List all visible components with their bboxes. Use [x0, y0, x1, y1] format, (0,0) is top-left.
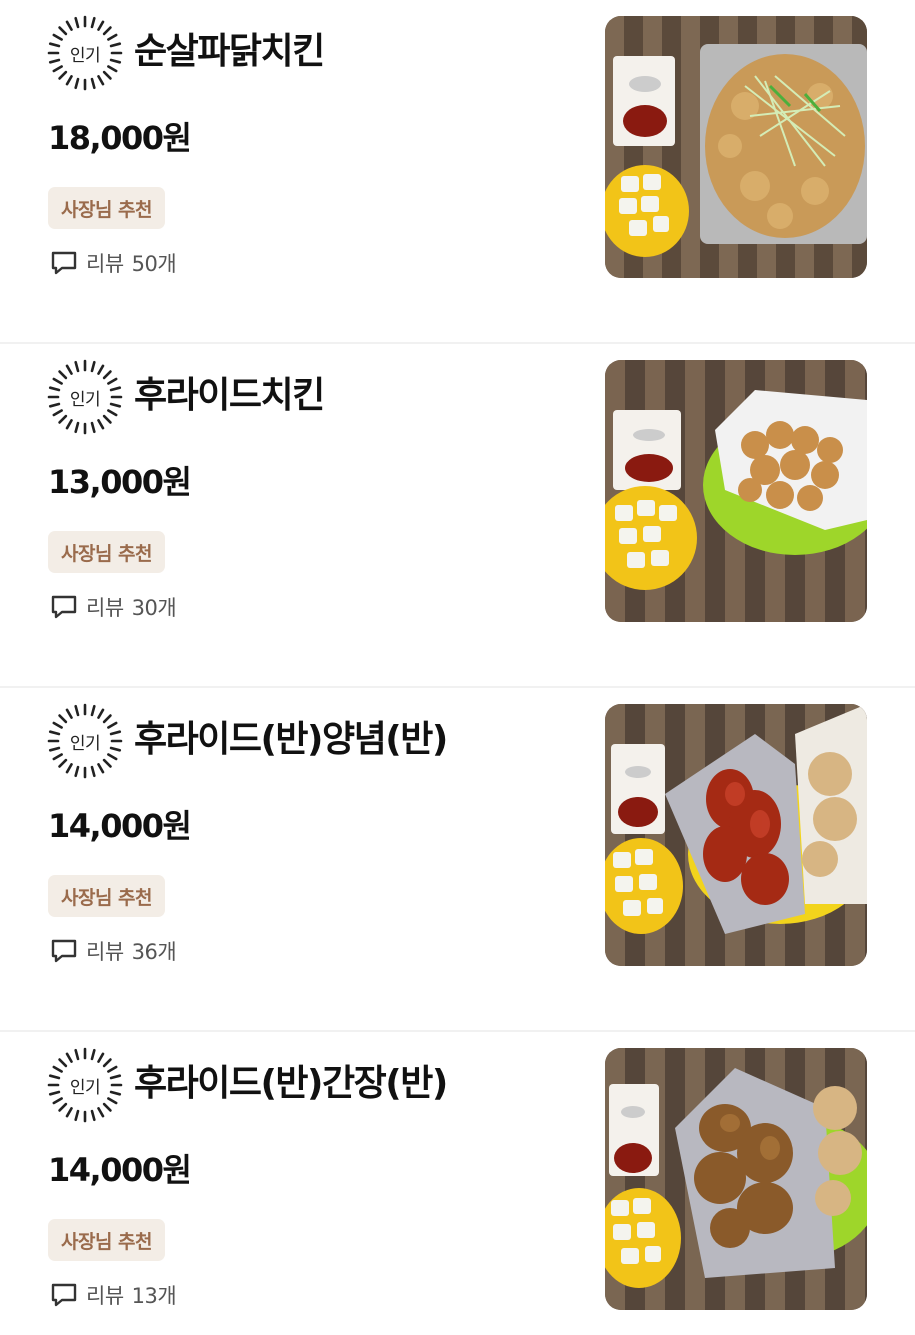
popular-badge-label: 인기 [69, 389, 101, 410]
review-number: 13개 [131, 1284, 177, 1308]
menu-item[interactable]: 인기 후라이드치킨 13,000원 사장님 추천 리뷰 30개 [0, 344, 915, 688]
chicken-photo-icon [605, 1048, 867, 1310]
review-count: 리뷰 50개 [50, 248, 177, 278]
owner-recommend-tag: 사장님 추천 [48, 1219, 166, 1261]
review-number: 36개 [131, 940, 177, 964]
comment-icon [51, 939, 77, 963]
review-count: 리뷰 36개 [50, 936, 177, 966]
menu-photo [605, 1048, 867, 1310]
popular-badge-label: 인기 [69, 733, 101, 754]
popular-badge-label: 인기 [69, 45, 101, 66]
review-count: 리뷰 13개 [50, 1280, 177, 1310]
popular-badge: 인기 [46, 702, 124, 780]
menu-price: 14,000원 [48, 807, 192, 845]
menu-photo [605, 360, 867, 622]
menu-name: 후라이드치킨 [134, 375, 325, 416]
review-label: 리뷰 [86, 252, 124, 276]
chicken-photo-icon [605, 360, 867, 622]
review-number: 50개 [131, 252, 177, 276]
menu-photo [605, 704, 867, 966]
popular-badge: 인기 [46, 358, 124, 436]
review-count: 리뷰 30개 [50, 592, 177, 622]
popular-badge: 인기 [46, 1046, 124, 1124]
menu-name: 후라이드(반)간장(반) [134, 1063, 448, 1104]
menu-list: 인기 순살파닭치킨 18,000원 사장님 추천 리뷰 50개 인기 후라이드치… [0, 0, 915, 1335]
review-label: 리뷰 [86, 596, 124, 620]
review-number: 30개 [131, 596, 177, 620]
menu-item[interactable]: 인기 후라이드(반)양념(반) 14,000원 사장님 추천 리뷰 36개 [0, 688, 915, 1032]
menu-photo [605, 16, 867, 278]
menu-name: 순살파닭치킨 [134, 31, 325, 72]
owner-recommend-tag: 사장님 추천 [48, 187, 166, 229]
menu-item[interactable]: 인기 순살파닭치킨 18,000원 사장님 추천 리뷰 50개 [0, 0, 915, 344]
comment-icon [51, 1283, 77, 1307]
review-label: 리뷰 [86, 1284, 124, 1308]
comment-icon [51, 251, 77, 275]
menu-price: 14,000원 [48, 1151, 192, 1189]
menu-price: 18,000원 [48, 119, 192, 157]
owner-recommend-tag: 사장님 추천 [48, 531, 166, 573]
menu-name: 후라이드(반)양념(반) [134, 719, 448, 760]
popular-badge: 인기 [46, 14, 124, 92]
chicken-photo-icon [605, 704, 867, 966]
comment-icon [51, 595, 77, 619]
popular-badge-label: 인기 [69, 1077, 101, 1098]
chicken-photo-icon [605, 16, 867, 278]
review-label: 리뷰 [86, 940, 124, 964]
menu-price: 13,000원 [48, 463, 192, 501]
owner-recommend-tag: 사장님 추천 [48, 875, 166, 917]
menu-item[interactable]: 인기 후라이드(반)간장(반) 14,000원 사장님 추천 리뷰 13개 [0, 1032, 915, 1335]
